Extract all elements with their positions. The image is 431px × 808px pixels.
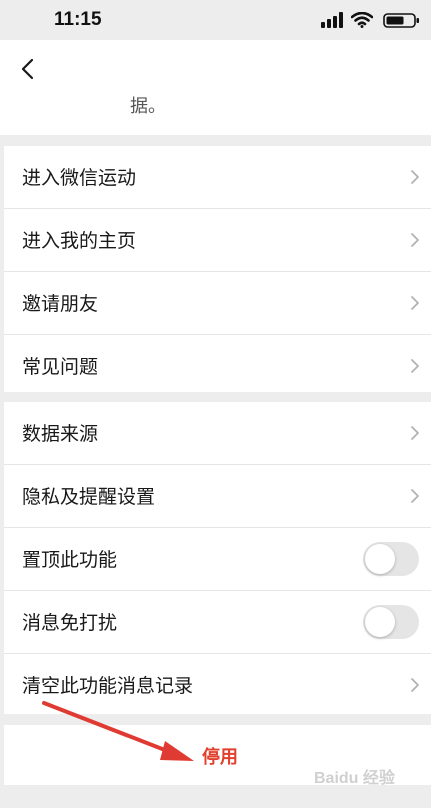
watermark: Baidu 经验	[314, 770, 395, 787]
top-section: 据。	[0, 40, 431, 135]
chevron-right-icon	[411, 426, 419, 440]
description-text: 据。	[130, 96, 166, 117]
battery-icon	[383, 13, 419, 28]
settings-group-2: 数据来源 隐私及提醒设置 置顶此功能 消息免打扰 清空此功能消息记录	[4, 402, 431, 714]
setting-label: 消息免打扰	[22, 612, 118, 634]
menu-item-label: 进入我的主页	[22, 230, 137, 252]
menu-item-label: 常见问题	[22, 356, 99, 378]
menu-item-wechat-sport[interactable]: 进入微信运动	[4, 146, 431, 209]
menu-item-privacy-settings[interactable]: 隐私及提醒设置	[4, 465, 431, 528]
back-icon[interactable]	[14, 54, 44, 84]
menu-item-my-homepage[interactable]: 进入我的主页	[4, 209, 431, 272]
chevron-right-icon	[411, 489, 419, 503]
menu-item-label: 清空此功能消息记录	[22, 675, 194, 697]
pin-to-top-toggle[interactable]	[363, 542, 419, 576]
toggle-knob	[365, 607, 395, 637]
menu-item-label: 数据来源	[22, 423, 99, 445]
settings-group-1: 进入微信运动 进入我的主页 邀请朋友 常见问题	[4, 146, 431, 392]
do-not-disturb-toggle[interactable]	[363, 605, 419, 639]
signal-icon	[321, 12, 343, 28]
menu-item-label: 进入微信运动	[22, 167, 137, 189]
setting-do-not-disturb: 消息免打扰	[4, 591, 431, 654]
menu-item-faq[interactable]: 常见问题	[4, 335, 431, 397]
menu-item-clear-history[interactable]: 清空此功能消息记录	[4, 654, 431, 716]
disable-button-label: 停用	[202, 747, 238, 768]
menu-item-label: 邀请朋友	[22, 293, 99, 315]
chevron-right-icon	[411, 359, 419, 373]
menu-item-label: 隐私及提醒设置	[22, 486, 156, 508]
menu-item-data-source[interactable]: 数据来源	[4, 402, 431, 465]
chevron-right-icon	[411, 233, 419, 247]
toggle-knob	[365, 544, 395, 574]
chevron-right-icon	[411, 296, 419, 310]
menu-item-invite-friends[interactable]: 邀请朋友	[4, 272, 431, 335]
wifi-icon	[351, 12, 373, 28]
status-bar: 11:15	[0, 0, 431, 40]
setting-pin-to-top: 置顶此功能	[4, 528, 431, 591]
chevron-right-icon	[411, 170, 419, 184]
chevron-right-icon	[411, 678, 419, 692]
status-time: 11:15	[54, 9, 102, 30]
setting-label: 置顶此功能	[22, 549, 118, 571]
